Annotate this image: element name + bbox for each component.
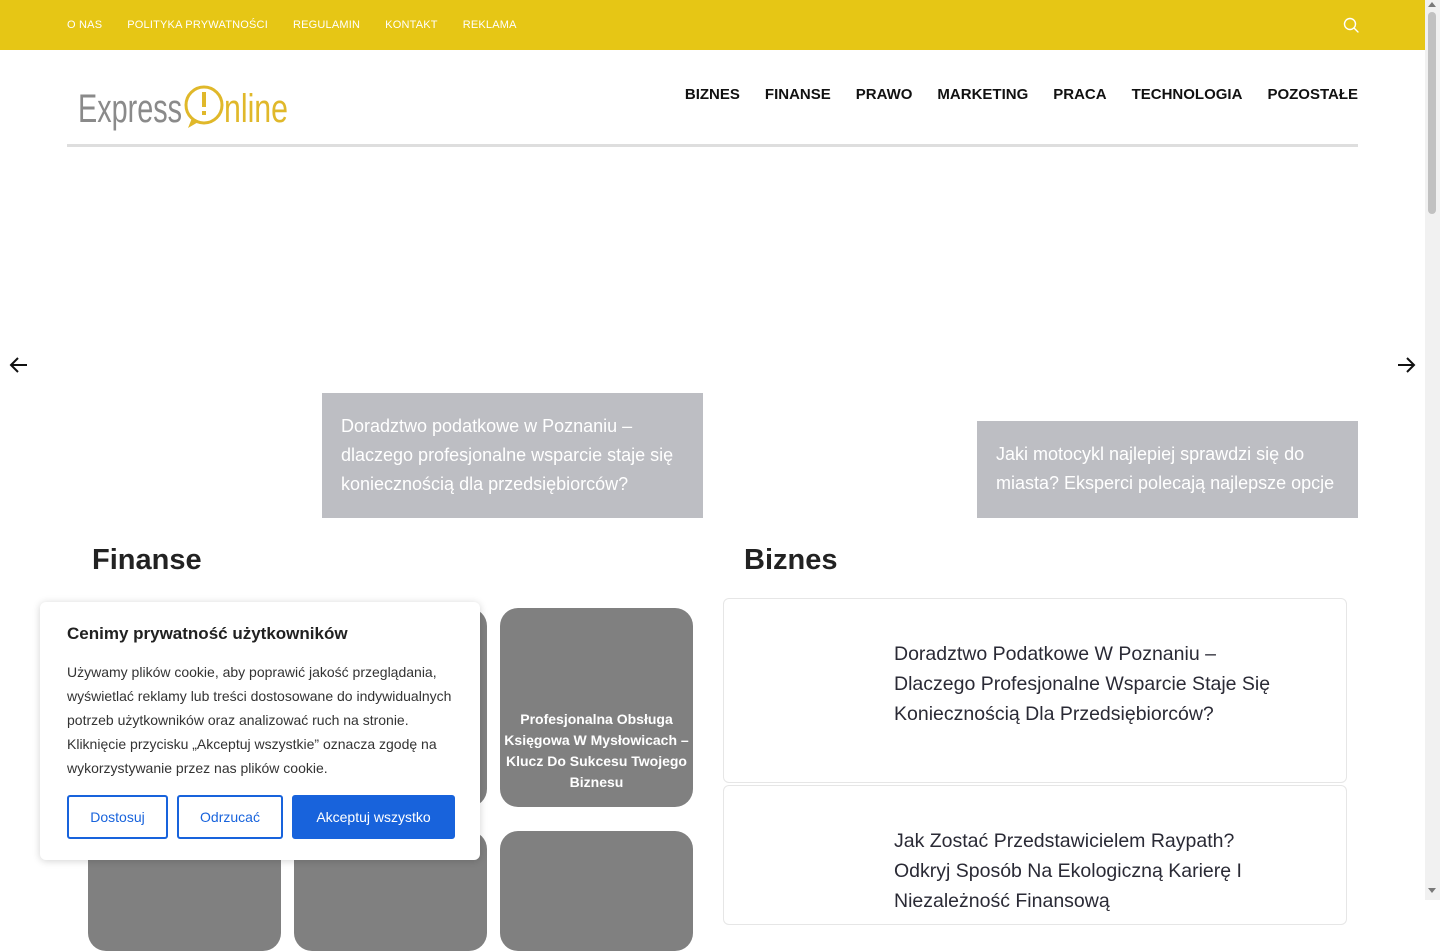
top-link-o-nas[interactable]: O NAS	[67, 19, 102, 31]
scroll-up-arrow-icon[interactable]	[1428, 2, 1436, 7]
section-title-biznes: Biznes	[744, 544, 838, 576]
biznes-article-title[interactable]: Doradztwo Podatkowe W Poznaniu – Dlaczeg…	[894, 639, 1296, 729]
cookie-accept-button[interactable]: Akceptuj wszystko	[292, 795, 455, 839]
section-title-finanse: Finanse	[92, 544, 202, 576]
cookie-customize-button[interactable]: Dostosuj	[67, 795, 168, 839]
biznes-article-title[interactable]: Jak Zostać Przedstawicielem Raypath? Odk…	[894, 826, 1296, 916]
cookie-title: Cenimy prywatność użytkowników	[67, 624, 348, 643]
finanse-tile[interactable]	[500, 831, 693, 951]
header-divider	[67, 144, 1358, 147]
site-logo[interactable]: Express nline	[78, 78, 290, 136]
svg-text:Express: Express	[78, 87, 182, 131]
top-link-polityka-prywatnosci[interactable]: POLITYKA PRYWATNOŚCI	[127, 19, 268, 31]
biznes-article-card[interactable]: Doradztwo Podatkowe W Poznaniu – Dlaczeg…	[723, 598, 1347, 783]
biznes-article-card[interactable]: Jak Zostać Przedstawicielem Raypath? Odk…	[723, 785, 1347, 925]
slide-card-doradztwo[interactable]: Doradztwo podatkowe w Poznaniu – dlaczeg…	[322, 393, 703, 518]
scrollbar-thumb[interactable]	[1428, 12, 1436, 214]
svg-text:nline: nline	[224, 87, 288, 131]
cookie-consent-banner: Cenimy prywatność użytkowników Używamy p…	[40, 602, 480, 860]
arrow-right-icon[interactable]	[1395, 354, 1417, 376]
top-navigation: O NAS POLITYKA PRYWATNOŚCI REGULAMIN KON…	[67, 0, 542, 50]
main-navigation: BIZNES FINANSE PRAWO MARKETING PRACA TEC…	[660, 86, 1358, 103]
arrow-left-icon[interactable]	[8, 354, 30, 376]
nav-praca[interactable]: PRACA	[1053, 86, 1106, 103]
search-icon[interactable]	[1342, 16, 1360, 34]
finanse-tile[interactable]: Profesjonalna Obsługa Księgowa W Mysłowi…	[500, 608, 693, 807]
nav-pozostale[interactable]: POZOSTAŁE	[1267, 86, 1358, 103]
cookie-buttons: Dostosuj Odrzucać Akceptuj wszystko	[67, 795, 455, 839]
slide-card-motocykl[interactable]: Jaki motocykl najlepiej sprawdzi się do …	[977, 421, 1358, 518]
top-link-kontakt[interactable]: KONTAKT	[385, 19, 438, 31]
finanse-tile-title[interactable]: Profesjonalna Obsługa Księgowa W Mysłowi…	[500, 709, 693, 793]
cookie-description: Używamy plików cookie, aby poprawić jako…	[67, 664, 452, 776]
top-link-regulamin[interactable]: REGULAMIN	[293, 19, 360, 31]
top-link-reklama[interactable]: REKLAMA	[463, 19, 517, 31]
nav-marketing[interactable]: MARKETING	[937, 86, 1028, 103]
nav-biznes[interactable]: BIZNES	[685, 86, 740, 103]
scroll-down-arrow-icon[interactable]	[1428, 888, 1436, 893]
nav-finanse[interactable]: FINANSE	[765, 86, 831, 103]
cookie-reject-button[interactable]: Odrzucać	[177, 795, 283, 839]
nav-prawo[interactable]: PRAWO	[856, 86, 913, 103]
nav-technologia[interactable]: TECHNOLOGIA	[1132, 86, 1243, 103]
top-bar: O NAS POLITYKA PRYWATNOŚCI REGULAMIN KON…	[0, 0, 1425, 50]
